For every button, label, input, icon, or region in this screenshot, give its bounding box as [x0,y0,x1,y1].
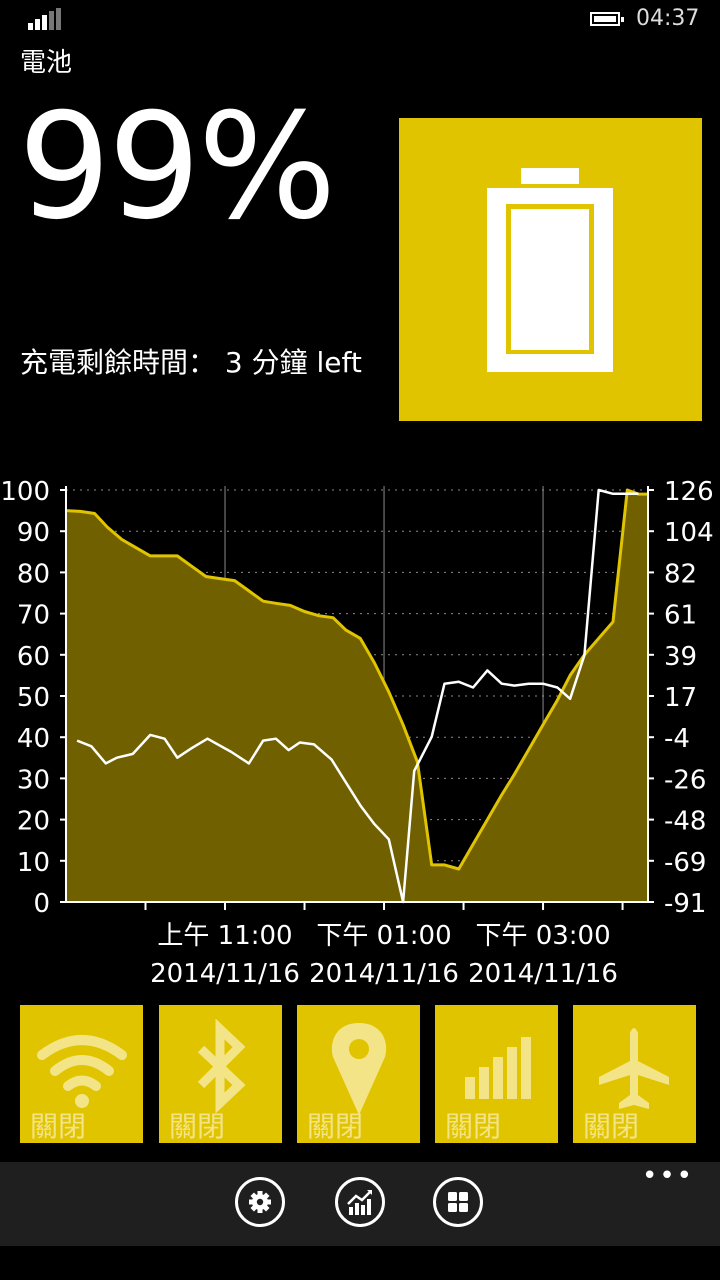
y-right-tick-label: -26 [664,765,706,795]
x-tick-label: 下午 03:00 [475,921,610,951]
y-right-tick-label: 17 [664,683,697,713]
y-right-tick-label: 126 [664,477,714,507]
cellular-signal-icon [465,1037,531,1099]
x-tick-label: 上午 11:00 [157,921,292,951]
y-left-tick-label: 10 [17,848,50,878]
chart-svg: 100 12690 10480 8270 6160 3950 1740 -430 -2620 -4… [0,477,714,989]
battery-cap [521,168,579,184]
y-left-tick-label: 20 [17,807,50,837]
location-tile[interactable]: 關閉 [297,1005,420,1143]
y-left-tick-label: 80 [17,559,50,589]
charge-remaining-text: 充電剩餘時間： 3 分鐘 left [20,346,362,379]
chart-trend-icon [347,1190,372,1215]
y-right-tick-label: 82 [664,559,697,589]
y-left-tick-label: 30 [17,765,50,795]
status-bar: 04:37 [0,0,720,40]
battery-tile[interactable] [399,118,702,421]
y-right-tick-label: -69 [664,848,706,878]
wifi-status: 關閉 [30,1110,87,1143]
quick-settings: 關閉 關閉 關閉 關閉 關閉 [20,1005,700,1143]
y-left-tick-label: 0 [33,889,50,919]
y-left-tick-label: 70 [17,601,50,631]
y-right-tick-label: 39 [664,642,697,672]
airplane-tile[interactable]: 關閉 [573,1005,696,1143]
location-status: 關閉 [307,1110,364,1143]
wifi-tile[interactable]: 關閉 [20,1005,143,1143]
bluetooth-icon [197,1019,246,1114]
bluetooth-tile[interactable]: 關閉 [159,1005,282,1143]
grid-icon [448,1192,468,1212]
x-tick-label: 下午 01:00 [316,921,451,951]
cellular-tile[interactable]: 關閉 [435,1005,558,1143]
y-right-tick-label: 61 [664,601,697,631]
x-tick-date: 2014/11/16 [468,959,618,989]
airplane-icon [599,1028,669,1109]
y-right-tick-label: -91 [664,889,706,919]
bluetooth-status: 關閉 [169,1110,226,1143]
location-icon [331,1023,387,1115]
airplane-status: 關閉 [583,1110,640,1143]
more-options-icon[interactable]: ••• [642,1163,694,1189]
x-tick-date: 2014/11/16 [150,959,300,989]
y-left-tick-label: 100 [0,477,50,507]
app-title: 電池 [20,48,73,78]
y-left-tick-label: 60 [17,642,50,672]
battery-level-fill [511,209,589,350]
wifi-icon [37,1035,127,1108]
cellular-status: 關閉 [445,1110,502,1143]
status-clock: 04:37 [636,6,700,31]
gear-icon [249,1191,271,1213]
statistics-button[interactable] [335,1177,385,1227]
battery-history-chart: 100 126 90 104 80 82 70 61 60 39 50 17 40 -4 30 -26 20 -4… [0,470,720,990]
y-right-tick-label: -48 [664,807,706,837]
settings-button[interactable] [235,1177,285,1227]
app-bar: ••• [0,1162,720,1246]
y-right-tick-label: -4 [664,724,690,754]
x-tick-date: 2014/11/16 [309,959,459,989]
signal-strength-icon [28,8,64,30]
y-right-tick-label: 104 [664,518,714,548]
battery-status-icon [590,12,624,26]
y-left-tick-label: 50 [17,683,50,713]
y-left-tick-label: 40 [17,724,50,754]
apps-button[interactable] [433,1177,483,1227]
battery-percent: 99% [18,82,337,252]
y-left-tick-label: 90 [17,518,50,548]
